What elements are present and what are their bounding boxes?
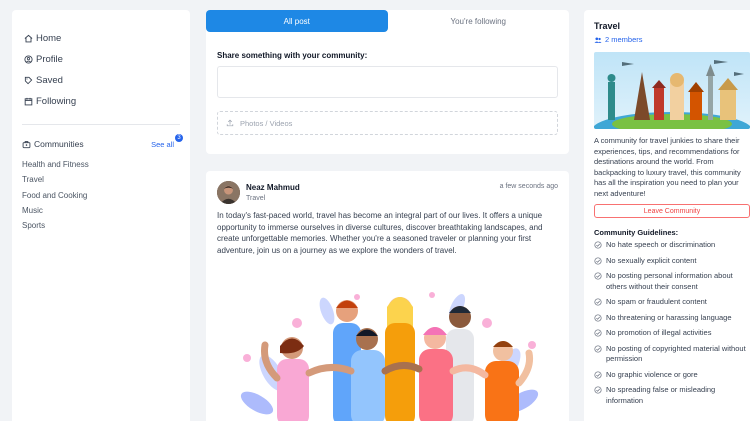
see-all-badge: 3 xyxy=(175,133,183,142)
check-circle-icon xyxy=(594,241,602,249)
guideline-item: No graphic violence or gore xyxy=(594,370,750,381)
check-circle-icon xyxy=(594,298,602,306)
community-item-sports[interactable]: Sports xyxy=(22,218,180,233)
check-circle-icon xyxy=(594,344,602,353)
upload-icon xyxy=(226,119,234,127)
guideline-item: No spreading false or misleading informa… xyxy=(594,385,750,406)
guidelines-title: Community Guidelines: xyxy=(594,228,679,237)
check-circle-icon xyxy=(594,370,602,379)
post-community[interactable]: Travel xyxy=(246,195,300,202)
see-all-link[interactable]: See all 3 xyxy=(151,133,183,149)
nav-home-label: Home xyxy=(36,33,62,44)
see-all-label: See all xyxy=(151,139,174,149)
communities-title: Communities xyxy=(22,139,84,149)
check-circle-icon xyxy=(594,272,602,280)
community-members[interactable]: 2 members xyxy=(594,35,750,44)
guideline-text: No spreading false or misleading informa… xyxy=(606,385,716,405)
check-circle-icon xyxy=(594,256,602,265)
post-card: Neaz Mahmud Travel a few seconds ago In … xyxy=(206,171,569,421)
guideline-text: No sexually explicit content xyxy=(606,255,697,265)
nav-home[interactable]: Home xyxy=(22,28,180,49)
check-circle-icon xyxy=(594,329,602,337)
nav-following-label: Following xyxy=(36,96,77,107)
post-body: In today's fast-paced world, travel has … xyxy=(217,211,543,255)
check-circle-icon xyxy=(594,313,602,322)
guideline-text: No spam or fraudulent content xyxy=(606,297,707,306)
post-timestamp: a few seconds ago xyxy=(499,183,558,190)
communities-title-label: Communities xyxy=(34,139,84,149)
share-label: Share something with your community: xyxy=(217,51,368,60)
post-author-block: Neaz Mahmud Travel xyxy=(246,181,300,202)
guideline-text: No hate speech or discrimination xyxy=(606,240,716,249)
bookmark-icon xyxy=(22,76,34,85)
share-input[interactable] xyxy=(217,66,558,98)
guideline-text: No posting of copyrighted material witho… xyxy=(606,343,746,364)
guideline-text: No promotion of illegal activities xyxy=(606,328,712,337)
guideline-item: No spam or fraudulent content xyxy=(594,297,750,308)
nav-saved-label: Saved xyxy=(36,75,63,86)
communities-icon xyxy=(22,140,31,148)
guideline-text: No posting personal information about ot… xyxy=(606,271,733,291)
nav-profile[interactable]: Profile xyxy=(22,49,180,70)
guidelines-list: No hate speech or discrimination No sexu… xyxy=(594,240,750,406)
community-cover-image xyxy=(594,52,750,129)
community-item-health[interactable]: Health and Fitness xyxy=(22,157,180,172)
avatar[interactable] xyxy=(217,181,240,204)
community-item-music[interactable]: Music xyxy=(22,203,180,218)
profile-icon xyxy=(22,55,34,64)
guideline-item: No threatening or harassing language xyxy=(594,313,750,324)
members-icon xyxy=(594,36,602,43)
post-author-name[interactable]: Neaz Mahmud xyxy=(246,183,300,192)
sidebar-divider xyxy=(22,124,180,125)
check-circle-icon xyxy=(594,386,602,394)
nav-following[interactable]: Following xyxy=(22,91,180,112)
community-item-food[interactable]: Food and Cooking xyxy=(22,188,180,203)
communities-header: Communities See all 3 xyxy=(22,133,183,151)
post-composer: All post You're following Share somethin… xyxy=(206,10,569,154)
members-count: 2 members xyxy=(605,35,643,44)
guideline-text: No threatening or harassing language xyxy=(606,312,732,322)
community-panel: Travel 2 members A community for travel … xyxy=(584,10,750,421)
community-item-travel[interactable]: Travel xyxy=(22,172,180,187)
community-title: Travel xyxy=(594,21,621,31)
post-header: Neaz Mahmud Travel a few seconds ago xyxy=(217,181,558,204)
guideline-text: No graphic violence or gore xyxy=(606,369,698,379)
nav-saved[interactable]: Saved xyxy=(22,70,180,91)
guideline-item: No posting personal information about ot… xyxy=(594,271,750,292)
guideline-item: No hate speech or discrimination xyxy=(594,240,750,251)
communities-list: Health and Fitness Travel Food and Cooki… xyxy=(22,157,180,233)
guideline-item: No posting of copyrighted material witho… xyxy=(594,344,750,365)
upload-label: Photos / Videos xyxy=(240,118,293,128)
community-description: A community for travel junkies to share … xyxy=(594,136,741,198)
post-image[interactable] xyxy=(217,283,558,421)
leave-community-button[interactable]: Leave Community xyxy=(594,204,750,218)
tab-following[interactable]: You're following xyxy=(388,10,570,32)
home-icon xyxy=(22,34,34,43)
tab-all-post[interactable]: All post xyxy=(206,10,388,32)
guideline-item: No sexually explicit content xyxy=(594,256,750,267)
calendar-icon xyxy=(22,97,34,106)
guideline-item: No promotion of illegal activities xyxy=(594,328,750,339)
nav-profile-label: Profile xyxy=(36,54,63,65)
left-sidebar: Home Profile Saved Following Communities… xyxy=(12,10,190,421)
feed-tabs: All post You're following xyxy=(206,10,569,32)
media-upload-button[interactable]: Photos / Videos xyxy=(217,111,558,135)
